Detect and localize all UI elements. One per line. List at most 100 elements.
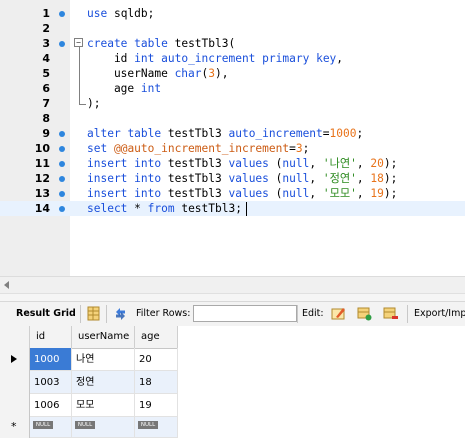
- code-token: '나연': [322, 157, 357, 170]
- code-token: values: [228, 187, 269, 200]
- code-line[interactable]: 2: [0, 21, 465, 36]
- statement-marker-icon: [59, 206, 65, 212]
- line-number: 10: [34, 142, 50, 155]
- export-import-label[interactable]: Export/Imp: [414, 308, 465, 319]
- cell-age[interactable]: 18: [135, 371, 178, 394]
- code-token: ,: [336, 52, 344, 65]
- code-token: (: [268, 187, 283, 200]
- code-token: *: [127, 202, 148, 215]
- cell-age-new[interactable]: NULL: [135, 417, 178, 438]
- code-token: testTbl3: [161, 172, 229, 185]
- row-header[interactable]: *: [0, 417, 30, 438]
- code-text: select * from testTbl3;: [87, 201, 242, 216]
- result-grid: id userName age 1000 나연 20 1003 정연 18 10…: [0, 326, 465, 438]
- cell-age[interactable]: 19: [135, 394, 178, 417]
- code-token: 18: [370, 172, 384, 185]
- column-header-username[interactable]: userName: [72, 326, 135, 348]
- code-token: table: [127, 127, 162, 140]
- code-token: from: [147, 202, 175, 215]
- cell-age[interactable]: 20: [135, 348, 178, 371]
- edit-label: Edit:: [302, 308, 324, 319]
- toolbar-separator: [407, 305, 408, 323]
- code-line[interactable]: 5 userName char(3),: [0, 66, 465, 81]
- code-token: table: [134, 37, 168, 50]
- cell-username[interactable]: 정연: [72, 371, 135, 394]
- code-line[interactable]: 8: [0, 111, 465, 126]
- fold-toggle-icon[interactable]: −: [74, 38, 83, 47]
- code-token: =: [322, 127, 330, 140]
- sql-editor[interactable]: 1 use sqldb; 2 3− create table testTbl3(4 id…: [0, 0, 465, 276]
- code-line[interactable]: 10 set @@auto_increment_increment=3;: [0, 141, 465, 156]
- code-token: (: [268, 157, 283, 170]
- delete-row-icon[interactable]: [383, 306, 398, 321]
- statement-marker-icon: [59, 41, 65, 47]
- code-line[interactable]: 4 id int auto_increment primary key,: [0, 51, 465, 66]
- table-row[interactable]: 1003 정연 18: [0, 371, 178, 394]
- code-token: insert: [87, 172, 128, 185]
- cell-username-new[interactable]: NULL: [72, 417, 135, 438]
- code-line[interactable]: 6 age int: [0, 81, 465, 96]
- text-caret: [246, 202, 247, 216]
- current-row-arrow-icon: [11, 355, 17, 363]
- column-header-id[interactable]: id: [30, 326, 72, 348]
- row-header[interactable]: [0, 394, 30, 417]
- null-badge: NULL: [75, 421, 95, 429]
- table-row[interactable]: 1006 모모 19: [0, 394, 178, 417]
- code-token: ;: [302, 142, 310, 155]
- scroll-left-arrow-icon[interactable]: [4, 281, 9, 289]
- code-token: );: [383, 157, 398, 170]
- statement-marker-icon: [59, 11, 65, 17]
- cell-username[interactable]: 나연: [72, 348, 135, 371]
- line-number: 8: [42, 112, 50, 125]
- code-token: testTbl3: [161, 127, 229, 140]
- editor-horizontal-scrollbar[interactable]: [0, 276, 465, 293]
- row-header[interactable]: [0, 348, 30, 371]
- fold-end-icon: [79, 96, 86, 105]
- line-number: 12: [34, 172, 50, 185]
- statement-marker-icon: [59, 176, 65, 182]
- code-line[interactable]: 1 use sqldb;: [0, 6, 465, 21]
- cell-username[interactable]: 모모: [72, 394, 135, 417]
- code-line[interactable]: 12 insert into testTbl3 values (null, '정연…: [0, 171, 465, 186]
- code-line[interactable]: 9 alter table testTbl3 auto_increment=100…: [0, 126, 465, 141]
- code-token: into: [134, 187, 162, 200]
- cell-id-new[interactable]: NULL: [30, 417, 72, 438]
- code-token: 20: [370, 157, 384, 170]
- code-token: char: [174, 67, 202, 80]
- code-token: ,: [309, 157, 323, 170]
- grid-view-icon[interactable]: [86, 306, 101, 321]
- add-row-icon[interactable]: [357, 306, 372, 321]
- result-grid-tab[interactable]: Result Grid: [16, 308, 76, 319]
- code-line[interactable]: 3 − create table testTbl3(: [0, 36, 465, 51]
- line-number: 5: [42, 67, 50, 80]
- code-token: auto_increment: [228, 127, 323, 140]
- line-number: 13: [34, 187, 50, 200]
- code-line[interactable]: 7);: [0, 96, 465, 111]
- code-text: create table testTbl3(: [87, 36, 235, 51]
- table-row[interactable]: 1000 나연 20: [0, 348, 178, 371]
- code-line[interactable]: 11 insert into testTbl3 values (null, '나연…: [0, 156, 465, 171]
- code-text: use sqldb;: [87, 6, 154, 21]
- filter-rows-input[interactable]: [193, 305, 297, 322]
- code-token: 3: [295, 142, 303, 155]
- code-token: '모모': [322, 187, 357, 200]
- code-token: int: [134, 52, 155, 65]
- code-token: ,: [356, 157, 371, 170]
- refresh-icon[interactable]: [113, 306, 128, 321]
- code-token: (: [268, 172, 283, 185]
- code-token: ,: [309, 187, 323, 200]
- cell-id[interactable]: 1006: [30, 394, 72, 417]
- code-line[interactable]: 13 insert into testTbl3 values (null, '모모…: [0, 186, 465, 201]
- edit-cell-icon[interactable]: [331, 306, 346, 321]
- code-token: create: [87, 37, 128, 50]
- column-header-age[interactable]: age: [135, 326, 178, 348]
- cell-id[interactable]: 1003: [30, 371, 72, 394]
- code-token: use: [87, 7, 108, 20]
- grid-header: id userName age: [0, 326, 178, 349]
- cell-id[interactable]: 1000: [30, 348, 72, 371]
- toolbar-separator: [106, 305, 107, 323]
- row-header[interactable]: [0, 371, 30, 394]
- toolbar-separator: [80, 305, 81, 323]
- code-line[interactable]: 14 select * from testTbl3;: [0, 201, 465, 216]
- new-row-placeholder[interactable]: * NULL NULL NULL: [0, 417, 178, 438]
